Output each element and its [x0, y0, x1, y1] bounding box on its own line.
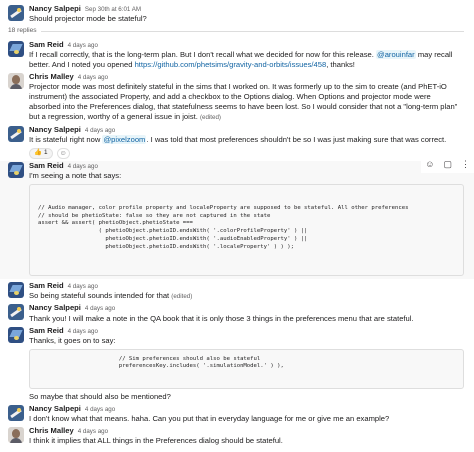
- reactions-bar: 👍 1 ☺: [29, 147, 464, 159]
- avatar[interactable]: [8, 326, 24, 343]
- message-text: So maybe that should also be mentioned?: [29, 391, 171, 401]
- timestamp[interactable]: 4 days ago: [85, 406, 115, 414]
- author-name[interactable]: Sam Reid: [29, 40, 64, 50]
- thumbs-up-reaction[interactable]: 👍 1: [29, 147, 53, 159]
- message-text: It is stateful right now @pixelzoom. I w…: [29, 134, 464, 145]
- message-text: I'm seeing a note that says:: [29, 170, 122, 180]
- code-block: // Sim preferences should also be statef…: [29, 348, 464, 389]
- author-name[interactable]: Sam Reid: [29, 281, 64, 291]
- replies-divider: 18 replies: [8, 27, 464, 36]
- thumbs-up-icon: 👍: [34, 149, 42, 157]
- timestamp[interactable]: 4 days ago: [68, 42, 98, 50]
- avatar[interactable]: [8, 73, 24, 90]
- message-text: Thanks, it goes on to say:: [29, 335, 116, 345]
- more-actions-icon[interactable]: ⋮: [461, 159, 470, 171]
- message-text: I don't know what that means. haha. Can …: [29, 413, 390, 423]
- edited-label: (edited): [171, 293, 193, 301]
- timestamp[interactable]: 4 days ago: [85, 127, 115, 135]
- avatar[interactable]: [8, 304, 24, 321]
- avatar[interactable]: [8, 281, 24, 298]
- message-text: So being stateful sounds intended for th…: [29, 291, 464, 301]
- issue-link[interactable]: https://github.com/phetsims/gravity-and-…: [135, 60, 327, 69]
- message: Sam Reid 4 days ago So being stateful so…: [8, 281, 464, 301]
- edited-label: (edited): [199, 114, 221, 122]
- reaction-count: 1: [43, 149, 48, 157]
- author-name[interactable]: Chris Malley: [29, 72, 74, 82]
- reply-icon[interactable]: ▢: [443, 159, 452, 171]
- author-name[interactable]: Nancy Salpepi: [29, 4, 81, 14]
- emoji-reaction-icon[interactable]: ☺: [425, 159, 434, 171]
- timestamp[interactable]: 4 days ago: [78, 74, 108, 82]
- author-name[interactable]: Nancy Salpepi: [29, 303, 81, 313]
- avatar[interactable]: [8, 40, 24, 57]
- divider: [40, 31, 464, 33]
- add-reaction-button[interactable]: ☺: [56, 147, 70, 159]
- user-mention[interactable]: @pixelzoom: [102, 134, 147, 144]
- timestamp[interactable]: 4 days ago: [68, 163, 98, 171]
- text-part: . I was told that most preferences shoul…: [146, 134, 447, 144]
- message: Nancy Salpepi 4 days ago It is stateful …: [8, 125, 464, 159]
- author-name[interactable]: Sam Reid: [29, 326, 64, 336]
- message-text: Projector mode was most definitely state…: [29, 82, 464, 122]
- message-text: Should projector mode be stateful?: [29, 14, 147, 24]
- avatar[interactable]: [8, 426, 24, 443]
- replies-count: 18 replies: [8, 27, 37, 35]
- message-actions: ☺ ▢ ⋮: [421, 156, 474, 173]
- avatar[interactable]: [8, 5, 24, 21]
- author-name[interactable]: Nancy Salpepi: [29, 404, 81, 414]
- avatar[interactable]: [8, 125, 24, 142]
- timestamp[interactable]: 4 days ago: [85, 305, 115, 313]
- text-part: So being stateful sounds intended for th…: [29, 291, 170, 301]
- author-name[interactable]: Chris Malley: [29, 426, 74, 436]
- timestamp[interactable]: 4 days ago: [68, 328, 98, 336]
- thread-panel: Nancy Salpepi Sep 30th at 6:01 AM Should…: [0, 0, 474, 452]
- text-part: If I recall correctly, that is the long-…: [29, 50, 374, 60]
- add-emoji-icon: ☺: [59, 149, 67, 157]
- code-block: // Audio manager, color profile property…: [29, 183, 464, 276]
- author-name[interactable]: Sam Reid: [29, 161, 64, 171]
- user-mention[interactable]: @arouinfar: [376, 50, 416, 60]
- avatar[interactable]: [8, 161, 24, 178]
- author-name[interactable]: Nancy Salpepi: [29, 125, 81, 135]
- message-text: Thank you! I will make a note in the QA …: [29, 313, 414, 323]
- timestamp[interactable]: Sep 30th at 6:01 AM: [85, 6, 141, 14]
- message: Sam Reid 4 days ago Thanks, it goes on t…: [8, 326, 464, 402]
- timestamp[interactable]: 4 days ago: [68, 283, 98, 291]
- timestamp[interactable]: 4 days ago: [78, 428, 108, 436]
- text-part: It is stateful right now: [29, 134, 101, 144]
- message: Chris Malley 4 days ago I think it impli…: [8, 426, 464, 446]
- message: Nancy Salpepi 4 days ago Thank you! I wi…: [8, 303, 464, 323]
- message: Chris Malley 4 days ago Projector mode w…: [8, 72, 464, 122]
- message: Nancy Salpepi Sep 30th at 6:01 AM Should…: [8, 4, 464, 24]
- message-text: If I recall correctly, that is the long-…: [29, 50, 464, 70]
- text-part: , thanks!: [326, 60, 355, 70]
- message-text: I think it implies that ALL things in th…: [29, 436, 283, 446]
- text-part: Projector mode was most definitely state…: [29, 82, 458, 122]
- message: Sam Reid 4 days ago If I recall correctl…: [8, 40, 464, 70]
- message: Nancy Salpepi 4 days ago I don't know wh…: [8, 404, 464, 424]
- message: Sam Reid 4 days ago I'm seeing a note th…: [0, 156, 474, 279]
- avatar[interactable]: [8, 404, 24, 421]
